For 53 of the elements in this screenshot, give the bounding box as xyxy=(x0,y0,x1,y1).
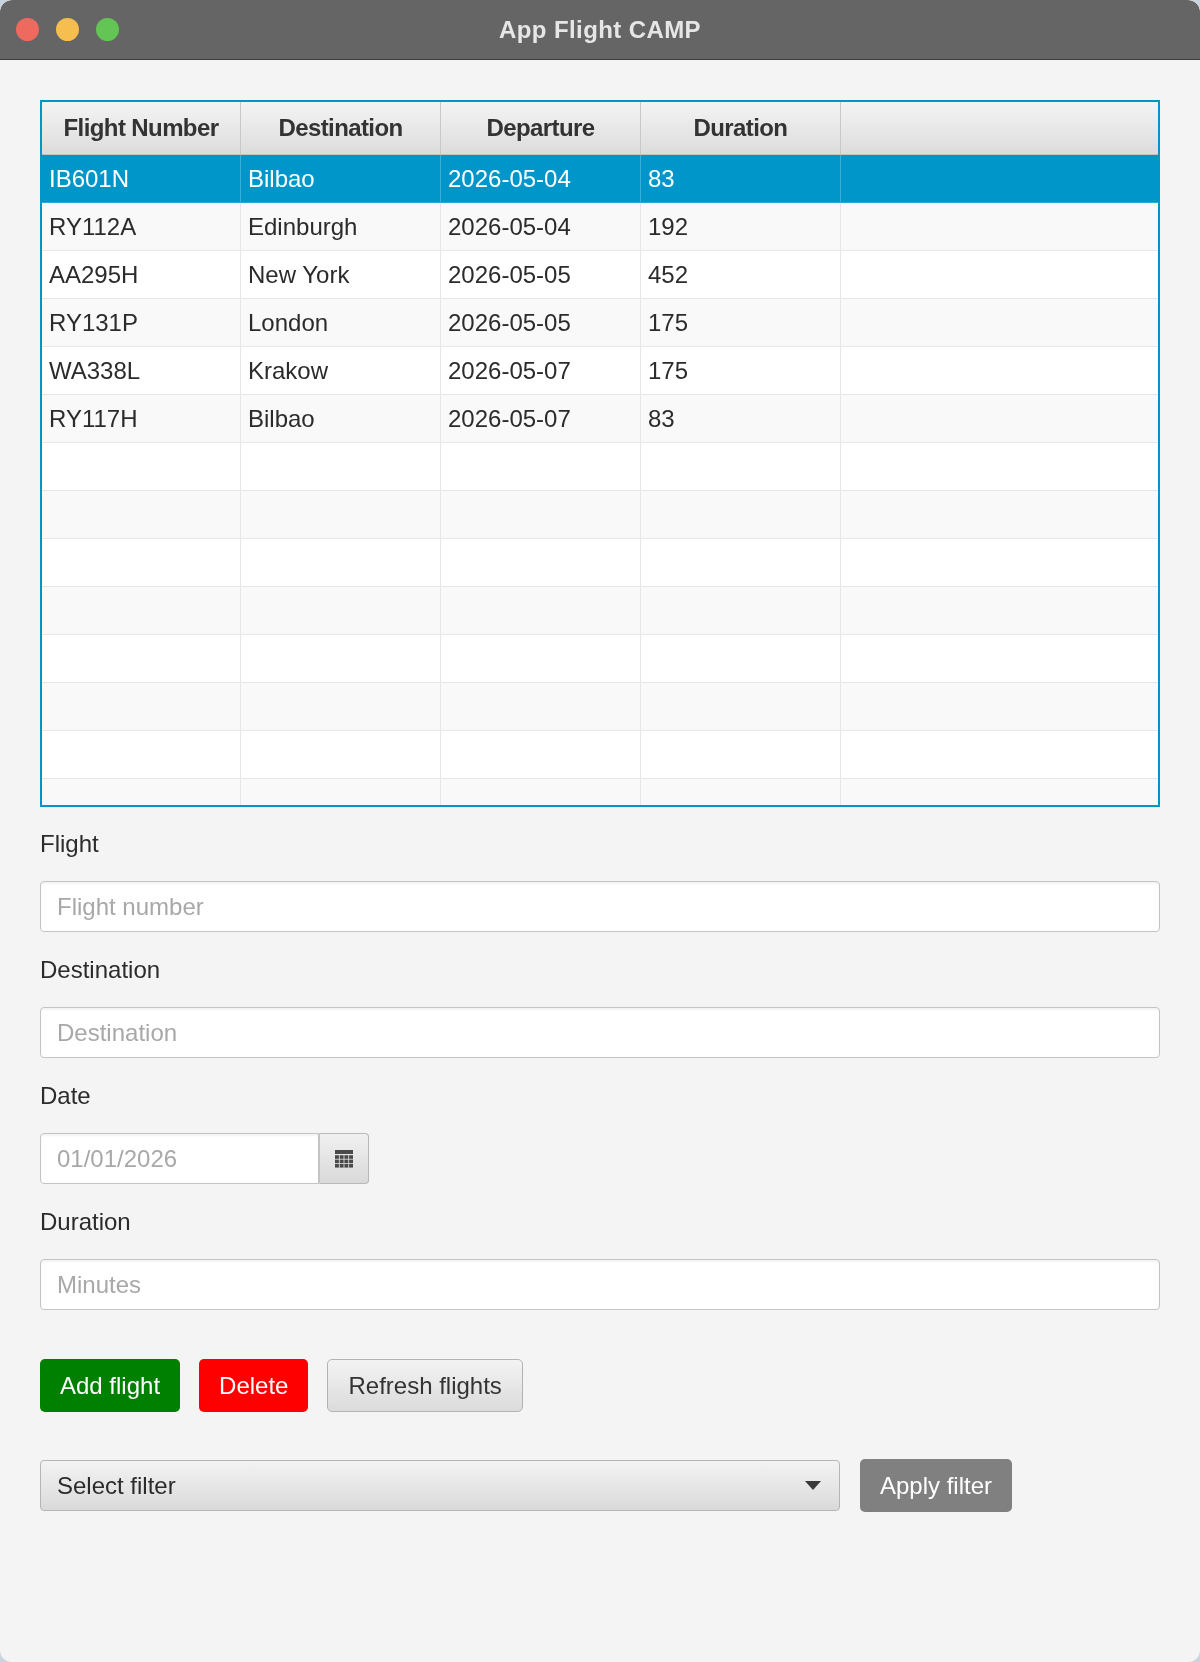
filter-dropdown[interactable]: Select filter xyxy=(40,1460,840,1511)
table-cell: 2026-05-04 xyxy=(441,155,641,202)
table-cell: IB601N xyxy=(42,155,241,202)
table-cell: 2026-05-07 xyxy=(441,395,641,442)
column-header[interactable]: Departure xyxy=(441,102,641,154)
close-button[interactable] xyxy=(16,18,39,41)
caret-icon xyxy=(805,1481,821,1490)
table-cell: RY112A xyxy=(42,203,241,250)
table-cell: 192 xyxy=(641,203,841,250)
text-field[interactable]: Minutes xyxy=(40,1259,1160,1310)
table-cell: 175 xyxy=(641,299,841,346)
calendar-button[interactable] xyxy=(319,1133,369,1184)
zoom-button[interactable] xyxy=(96,18,119,41)
table-cell: 83 xyxy=(641,155,841,202)
field-label: Flight xyxy=(40,829,99,859)
table-cell: WA338L xyxy=(42,347,241,394)
field-label: Destination xyxy=(40,955,161,985)
table-cell: Bilbao xyxy=(241,395,441,442)
table-cell: 2026-05-05 xyxy=(441,251,641,298)
table-cell: AA295H xyxy=(42,251,241,298)
table-row[interactable]: RY112A Edinburgh 2026-05-04 192 xyxy=(42,203,1158,251)
action-button[interactable]: Refresh flights xyxy=(327,1359,523,1412)
table-cell: RY117H xyxy=(42,395,241,442)
table-row[interactable]: RY131P London 2026-05-05 175 xyxy=(42,299,1158,347)
date-field[interactable]: 01/01/2026 xyxy=(40,1133,319,1184)
field-label: Duration xyxy=(40,1207,131,1237)
action-button[interactable]: Delete xyxy=(199,1359,309,1412)
minimize-button[interactable] xyxy=(56,18,79,41)
column-header[interactable]: Destination xyxy=(241,102,441,154)
apply-filter-button[interactable]: Apply filter xyxy=(860,1459,1013,1512)
calendar-icon xyxy=(335,1149,353,1168)
table-cell: Bilbao xyxy=(241,155,441,202)
table-row[interactable]: WA338L Krakow 2026-05-07 175 xyxy=(42,347,1158,395)
table-cell: Krakow xyxy=(241,347,441,394)
column-header[interactable]: Flight Number xyxy=(42,102,241,154)
table-row[interactable]: AA295H New York 2026-05-05 452 xyxy=(42,251,1158,299)
table-cell: Edinburgh xyxy=(241,203,441,250)
table-cell: 2026-05-04 xyxy=(441,203,641,250)
table-cell: RY131P xyxy=(42,299,241,346)
column-header[interactable]: Duration xyxy=(641,102,841,154)
table-cell: 2026-05-05 xyxy=(441,299,641,346)
table-cell: 83 xyxy=(641,395,841,442)
table-cell: London xyxy=(241,299,441,346)
table-cell: 452 xyxy=(641,251,841,298)
action-button[interactable]: Add flight xyxy=(40,1359,181,1412)
window-title: App Flight CAMP xyxy=(499,15,701,44)
table-cell: 2026-05-07 xyxy=(441,347,641,394)
table-cell: New York xyxy=(241,251,441,298)
text-field[interactable]: Destination xyxy=(40,1007,1160,1058)
field-label: Date xyxy=(40,1081,91,1111)
table-cell: 175 xyxy=(641,347,841,394)
table-row[interactable]: RY117H Bilbao 2026-05-07 83 xyxy=(42,395,1158,443)
text-field[interactable]: Flight number xyxy=(40,881,1160,932)
